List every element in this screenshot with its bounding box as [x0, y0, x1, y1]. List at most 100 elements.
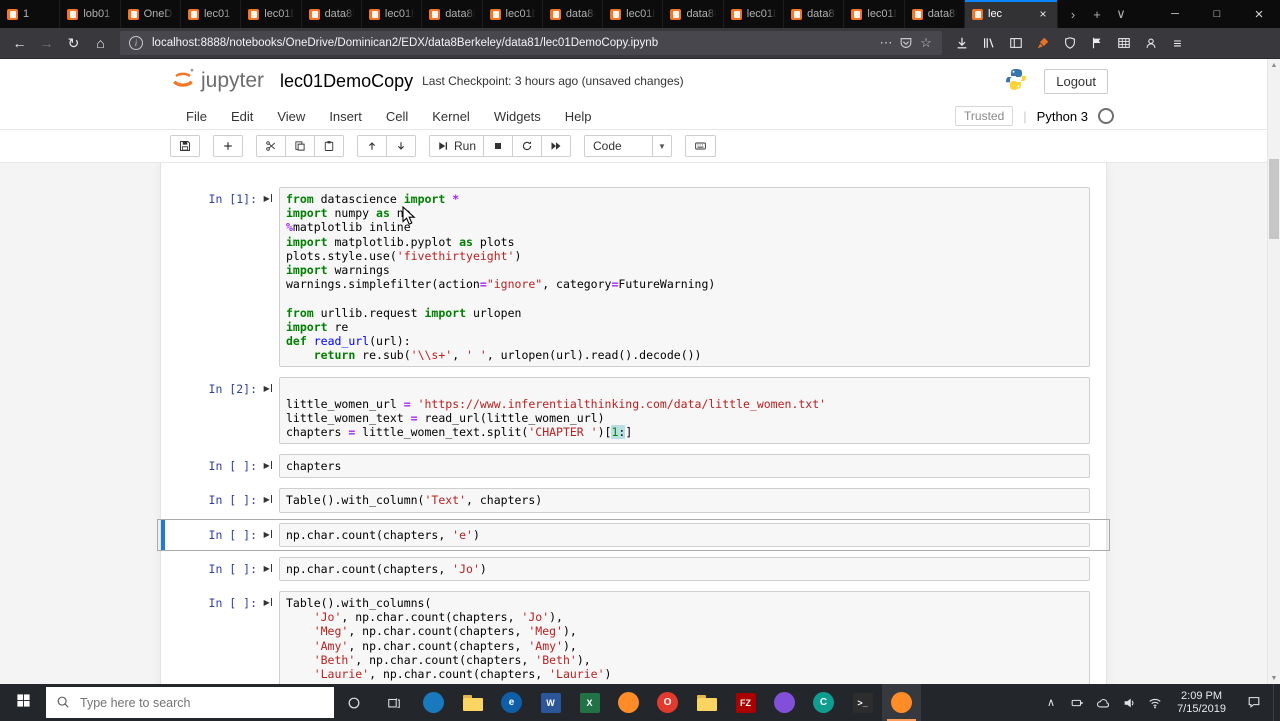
browser-tab[interactable]: lec × [965, 0, 1058, 28]
notebook-cell[interactable]: In [ ]: ▶ Table().with_columns( 'Jo', np.c… [161, 591, 1106, 684]
cortana-icon[interactable] [334, 684, 374, 721]
browser-tab[interactable]: lob01 [60, 0, 121, 28]
taskbar-app-blue[interactable] [414, 684, 453, 721]
browser-tab[interactable]: 1 [0, 0, 61, 28]
menu-cell[interactable]: Cell [374, 109, 420, 124]
run-cell-icon[interactable]: ▶ [257, 591, 279, 607]
maximize-icon[interactable]: □ [1196, 0, 1238, 28]
notebook-cell[interactable]: In [ ]: ▶ chapters [161, 454, 1106, 479]
page-scrollbar[interactable]: ▲ ▼ [1267, 59, 1280, 684]
menu-insert[interactable]: Insert [317, 109, 374, 124]
grid-extension-icon[interactable] [1110, 31, 1137, 55]
broom-extension-icon[interactable] [1029, 31, 1056, 55]
minimize-icon[interactable]: ─ [1154, 0, 1196, 28]
start-button[interactable] [0, 684, 46, 721]
sidebar-icon[interactable] [1002, 31, 1029, 55]
taskbar-search[interactable] [46, 687, 334, 718]
browser-tab[interactable]: lec01D [241, 0, 302, 28]
bookmark-star-icon[interactable]: ☆ [916, 33, 936, 53]
scroll-up-icon[interactable]: ▲ [1268, 59, 1280, 71]
run-cell-icon[interactable]: ▶ [257, 187, 279, 203]
cell-input[interactable]: Table().with_column('Text', chapters) [279, 488, 1090, 513]
browser-tab[interactable]: data8B [905, 0, 965, 28]
move-cell-down-button[interactable] [386, 135, 416, 157]
onedrive-icon[interactable] [1090, 696, 1116, 710]
browser-tab[interactable]: lec01D [844, 0, 905, 28]
new-tab-icon[interactable]: + [1085, 7, 1109, 22]
cell-input[interactable]: chapters [279, 454, 1090, 479]
save-button[interactable] [170, 135, 200, 157]
pocket-icon[interactable] [896, 33, 916, 53]
menu-view[interactable]: View [265, 109, 317, 124]
browser-tab[interactable]: lec01D [603, 0, 664, 28]
action-center-button[interactable] [1235, 684, 1273, 721]
taskbar-app-filezilla[interactable]: FZ [726, 684, 765, 721]
taskbar-clock[interactable]: 2:09 PM 7/15/2019 [1168, 690, 1235, 716]
forward-icon[interactable]: → [33, 31, 60, 55]
cell-input[interactable]: np.char.count(chapters, 'Jo') [279, 556, 1090, 582]
run-cell-icon[interactable]: ▶ [257, 377, 279, 393]
cell-type-select[interactable]: Code ▼ [584, 135, 673, 157]
page-actions-icon[interactable]: ⋯ [876, 33, 896, 53]
notebook-cell[interactable]: In [2]: ▶ little_women_url = 'https://www… [161, 377, 1106, 445]
notebook-cell[interactable]: In [ ]: ▶ Table().with_column('Text', chap… [161, 488, 1106, 513]
notebook-cell[interactable]: In [ ]: ▶ np.char.count(chapters, 'Jo') [161, 556, 1106, 582]
taskbar-app-explorer[interactable] [453, 684, 492, 721]
tray-chevron-icon[interactable]: ∧ [1038, 696, 1064, 710]
jupyter-logo[interactable]: jupyter [170, 66, 264, 97]
browser-tab[interactable]: lec01 [181, 0, 242, 28]
browser-tab[interactable]: data8B [302, 0, 362, 28]
profile-icon[interactable] [1137, 31, 1164, 55]
menu-icon[interactable]: ≡ [1164, 31, 1191, 55]
taskbar-app-opera[interactable]: O [648, 684, 687, 721]
browser-tab[interactable]: lec01D [483, 0, 543, 28]
notebook-cell[interactable]: In [ ]: ▶ np.char.count(chapters, 'e') [157, 518, 1110, 551]
browser-tab[interactable]: data8B [543, 0, 604, 28]
tab-overflow-icon[interactable]: › [1061, 7, 1085, 22]
menu-widgets[interactable]: Widgets [482, 109, 553, 124]
taskbar-app-edge[interactable]: e [492, 684, 531, 721]
back-icon[interactable]: ← [6, 31, 33, 55]
cell-input[interactable]: little_women_url = 'https://www.inferent… [279, 377, 1090, 445]
taskbar-app-teal[interactable]: C [804, 684, 843, 721]
menu-file[interactable]: File [174, 109, 219, 124]
home-icon[interactable]: ⌂ [87, 31, 114, 55]
add-cell-button[interactable] [213, 135, 243, 157]
reload-icon[interactable]: ↻ [60, 31, 87, 55]
browser-tab[interactable]: lec01D [724, 0, 785, 28]
tab-close-icon[interactable]: × [1036, 7, 1050, 21]
taskbar-app-word[interactable]: W [531, 684, 570, 721]
tab-dropdown-icon[interactable]: ∨ [1109, 6, 1133, 22]
browser-tab[interactable]: data8B [663, 0, 724, 28]
browser-tab[interactable]: lec01D [362, 0, 423, 28]
restart-run-all-button[interactable] [541, 135, 572, 157]
search-input[interactable] [78, 694, 324, 711]
info-icon[interactable]: i [126, 33, 146, 53]
network-icon[interactable] [1142, 696, 1168, 710]
interrupt-kernel-button[interactable] [483, 135, 514, 157]
trusted-badge[interactable]: Trusted [955, 106, 1014, 126]
logout-button[interactable]: Logout [1044, 68, 1108, 94]
taskbar-app-excel[interactable]: X [570, 684, 609, 721]
command-palette-button[interactable] [685, 135, 717, 157]
run-cell-icon[interactable]: ▶ [257, 488, 279, 504]
run-cell-icon[interactable]: ▶ [257, 454, 279, 470]
cell-input[interactable]: np.char.count(chapters, 'e') [279, 522, 1090, 547]
scroll-down-icon[interactable]: ▼ [1268, 672, 1280, 684]
taskbar-app-console[interactable]: >_ [843, 684, 882, 721]
paste-cell-button[interactable] [314, 135, 344, 157]
menu-kernel[interactable]: Kernel [420, 109, 482, 124]
browser-tab[interactable]: OneDr [121, 0, 181, 28]
cell-input[interactable]: Table().with_columns( 'Jo', np.char.coun… [279, 591, 1090, 684]
show-desktop-button[interactable] [1273, 684, 1280, 721]
move-cell-up-button[interactable] [357, 135, 387, 157]
taskbar-app-firefox-active[interactable] [882, 684, 921, 721]
flag-extension-icon[interactable] [1083, 31, 1110, 55]
close-icon[interactable]: × [1238, 0, 1280, 28]
restart-kernel-button[interactable] [512, 135, 543, 157]
shield-extension-icon[interactable] [1056, 31, 1083, 55]
speaker-icon[interactable] [1116, 696, 1142, 710]
power-icon[interactable] [1064, 696, 1090, 710]
notebook-scroll-area[interactable]: In [1]: ▶ from datascience import * import … [0, 163, 1280, 684]
url-text[interactable]: localhost:8888/notebooks/OneDrive/Domini… [150, 37, 872, 49]
